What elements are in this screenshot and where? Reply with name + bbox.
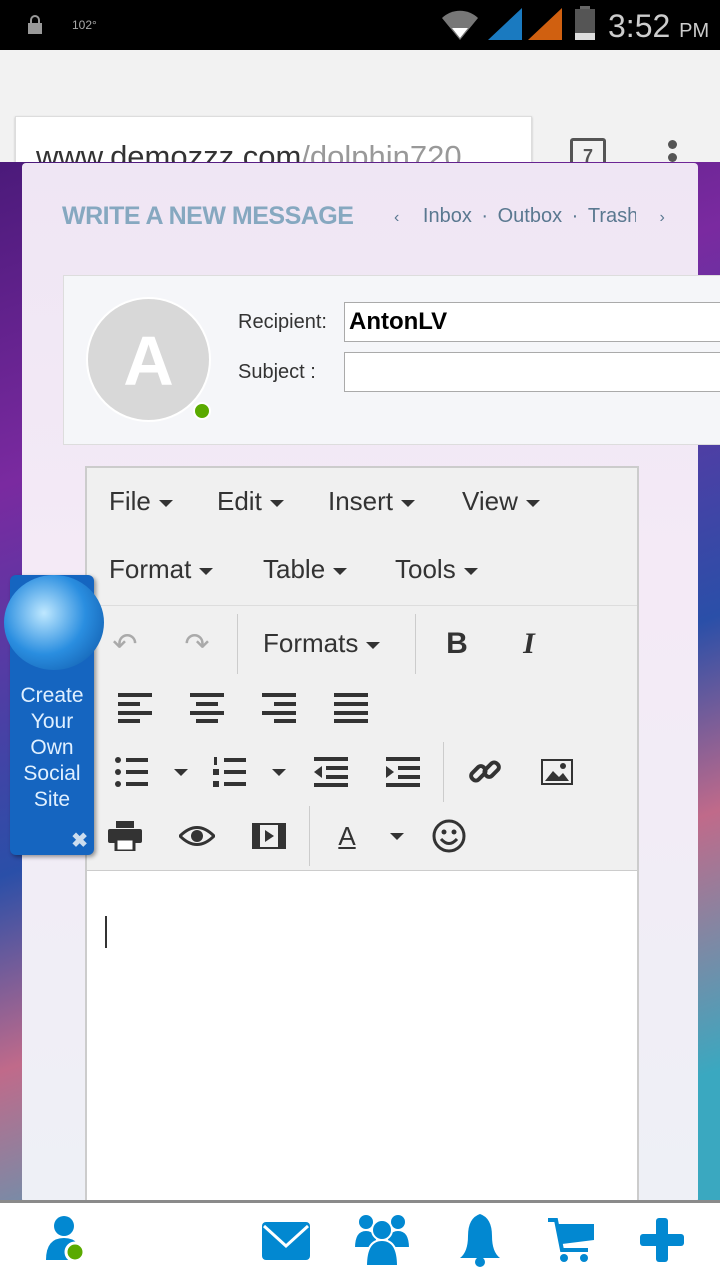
plus-icon[interactable] bbox=[634, 1212, 690, 1268]
menu-view[interactable]: View bbox=[462, 486, 540, 517]
outdent-icon[interactable] bbox=[309, 750, 353, 794]
menu-label: Insert bbox=[328, 486, 394, 516]
menu-label: Format bbox=[109, 554, 192, 584]
redo-icon[interactable]: ↷ bbox=[175, 622, 219, 666]
text-color-button[interactable]: A bbox=[325, 814, 369, 858]
text-color-dropdown[interactable] bbox=[371, 814, 415, 858]
align-right-icon[interactable] bbox=[257, 686, 301, 730]
formats-dropdown[interactable]: Formats bbox=[263, 628, 381, 659]
bullet-list-icon[interactable] bbox=[109, 750, 153, 794]
battery-icon bbox=[575, 6, 595, 40]
browser-toolbar: www.demozzz.com/dolphin720 7 bbox=[0, 50, 720, 196]
numbered-list-dropdown[interactable] bbox=[253, 750, 297, 794]
clock: 3:52 PM bbox=[608, 8, 709, 45]
widget-text: Create Your Own Social Site bbox=[20, 684, 84, 811]
subject-field[interactable] bbox=[344, 352, 720, 392]
editor-toolbar: ↶ ↷ Formats B I A bbox=[87, 606, 637, 871]
align-left-icon[interactable] bbox=[113, 686, 157, 730]
indent-icon[interactable] bbox=[381, 750, 425, 794]
divider bbox=[237, 614, 238, 674]
divider bbox=[443, 742, 444, 802]
menu-label: View bbox=[462, 486, 518, 516]
emoticon-icon[interactable] bbox=[427, 814, 471, 858]
link-icon[interactable] bbox=[463, 750, 507, 794]
mail-icon[interactable] bbox=[258, 1212, 314, 1268]
menu-label: Tools bbox=[395, 554, 456, 584]
menu-file[interactable]: File bbox=[109, 486, 173, 517]
align-center-icon[interactable] bbox=[185, 686, 229, 730]
editor-content-area[interactable] bbox=[87, 872, 637, 1222]
bullet-list-dropdown[interactable] bbox=[155, 750, 199, 794]
text-cursor bbox=[105, 916, 107, 948]
friends-icon[interactable] bbox=[354, 1212, 410, 1268]
clock-time: 3:52 bbox=[608, 8, 671, 44]
formats-label: Formats bbox=[263, 628, 359, 658]
wifi-icon bbox=[442, 10, 478, 40]
recipient-label: Recipient: bbox=[238, 311, 327, 333]
chevron-down-icon bbox=[269, 499, 284, 507]
divider bbox=[309, 806, 310, 866]
italic-button[interactable]: I bbox=[507, 622, 551, 666]
lock-icon bbox=[28, 15, 42, 34]
cart-icon[interactable] bbox=[546, 1212, 602, 1268]
undo-icon[interactable]: ↶ bbox=[103, 622, 147, 666]
nav-link-inbox[interactable]: Inbox bbox=[423, 205, 472, 227]
menu-label: Edit bbox=[217, 486, 262, 516]
editor-menubar: File Edit Insert View Format Table Tools bbox=[87, 468, 637, 606]
page-title: WRITE A NEW MESSAGE bbox=[62, 202, 354, 230]
profile-icon[interactable] bbox=[40, 1212, 96, 1268]
subject-label: Subject : bbox=[238, 361, 316, 383]
chevron-down-icon bbox=[199, 567, 214, 575]
menu-edit[interactable]: Edit bbox=[217, 486, 284, 517]
signal-icon bbox=[528, 8, 562, 40]
mailbox-nav: ‹ Inbox · Outbox · Trash › bbox=[394, 205, 669, 228]
chevron-down-icon bbox=[525, 499, 540, 507]
divider bbox=[415, 614, 416, 674]
chevron-down-icon bbox=[463, 567, 478, 575]
print-icon[interactable] bbox=[103, 814, 147, 858]
status-bar: 102° 3:52 PM bbox=[0, 0, 720, 50]
nav-link-trash[interactable]: Trash bbox=[588, 205, 636, 228]
chevron-down-icon bbox=[401, 499, 416, 507]
separator: · bbox=[571, 205, 579, 227]
align-justify-icon[interactable] bbox=[329, 686, 373, 730]
close-icon[interactable]: ✖ bbox=[71, 828, 88, 853]
chevron-down-icon bbox=[366, 641, 381, 649]
menu-format[interactable]: Format bbox=[109, 554, 214, 585]
bold-button[interactable]: B bbox=[435, 622, 479, 666]
separator: · bbox=[481, 205, 489, 227]
recipient-field[interactable]: AntonLV bbox=[344, 302, 720, 342]
rich-text-editor: File Edit Insert View Format Table Tools… bbox=[85, 466, 639, 1226]
numbered-list-icon[interactable] bbox=[207, 750, 251, 794]
menu-label: Table bbox=[263, 554, 326, 584]
online-status-indicator bbox=[193, 402, 211, 420]
image-icon[interactable] bbox=[535, 750, 579, 794]
clock-ampm: PM bbox=[679, 20, 710, 42]
chevron-down-icon bbox=[333, 567, 348, 575]
chevron-down-icon bbox=[390, 832, 404, 840]
dolphin-globe-logo bbox=[4, 575, 104, 670]
chevron-down-icon bbox=[158, 499, 173, 507]
menu-insert[interactable]: Insert bbox=[328, 486, 416, 517]
chevron-down-icon bbox=[272, 768, 286, 776]
nav-prev-button[interactable]: ‹ bbox=[394, 209, 399, 226]
nav-link-outbox[interactable]: Outbox bbox=[498, 205, 562, 227]
temperature: 102° bbox=[72, 18, 97, 32]
chevron-down-icon bbox=[174, 768, 188, 776]
bell-icon[interactable] bbox=[452, 1212, 508, 1268]
media-video-icon[interactable] bbox=[247, 814, 291, 858]
menu-table[interactable]: Table bbox=[263, 554, 348, 585]
preview-eye-icon[interactable] bbox=[175, 814, 219, 858]
menu-tools[interactable]: Tools bbox=[395, 554, 478, 585]
avatar[interactable]: A bbox=[86, 297, 211, 422]
signal-icon bbox=[488, 8, 522, 40]
create-social-site-widget[interactable]: Create Your Own Social Site ✖ bbox=[4, 575, 104, 855]
nav-next-button[interactable]: › bbox=[659, 209, 664, 226]
menu-label: File bbox=[109, 486, 151, 516]
